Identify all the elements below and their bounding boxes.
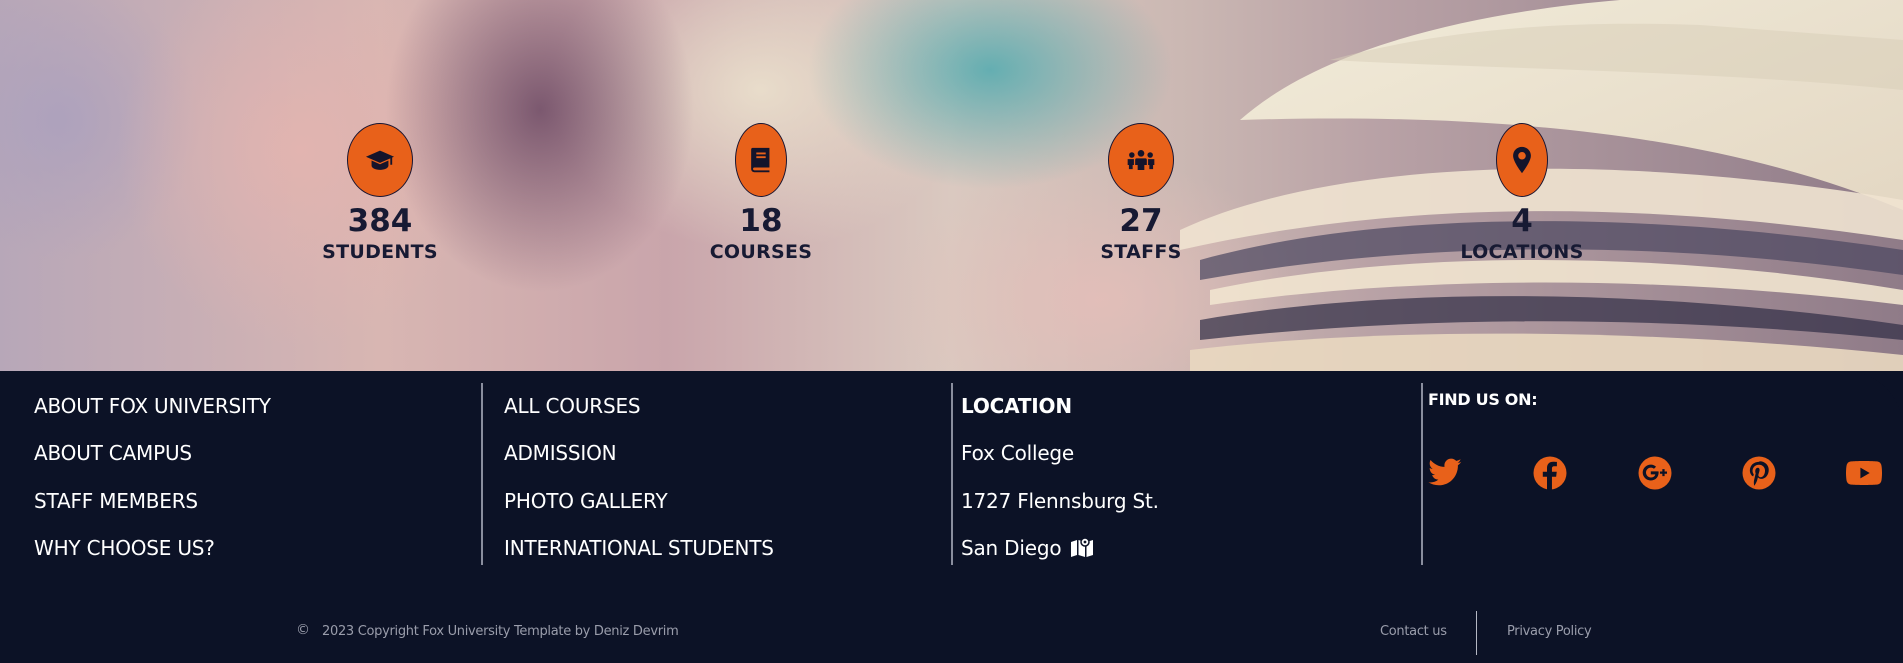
stat-value: 4: [1511, 203, 1533, 239]
location-title: LOCATION: [961, 394, 1072, 418]
footer-divider: [951, 383, 953, 565]
stat-label: COURSES: [709, 241, 813, 263]
facebook-icon[interactable]: [1531, 455, 1569, 491]
location-name: Fox College: [961, 441, 1075, 465]
pinterest-icon[interactable]: [1740, 455, 1778, 491]
privacy-policy-link[interactable]: Privacy Policy: [1507, 624, 1592, 639]
graduation-cap-icon: [347, 123, 413, 197]
footer-link-about-fox-university[interactable]: ABOUT FOX UNIVERSITY: [34, 394, 271, 418]
stat-courses: 18 COURSES: [641, 123, 881, 263]
stats-hero: 384 STUDENTS 18 COURSES 27 STAFFS 4 LOCA…: [0, 0, 1903, 371]
google-plus-icon[interactable]: [1636, 455, 1674, 491]
stat-staffs: 27 STAFFS: [1021, 123, 1261, 263]
footer-link-staff-members[interactable]: STAFF MEMBERS: [34, 489, 198, 513]
footer-link-why-choose-us[interactable]: WHY CHOOSE US?: [34, 536, 215, 560]
stat-label: LOCATIONS: [1460, 241, 1584, 263]
footer-divider: [481, 383, 483, 565]
youtube-icon[interactable]: [1845, 455, 1883, 491]
twitter-icon[interactable]: [1426, 455, 1464, 491]
stat-locations: 4 LOCATIONS: [1402, 123, 1642, 263]
location-city: San Diego: [961, 536, 1062, 560]
footer-link-international-students[interactable]: INTERNATIONAL STUDENTS: [504, 536, 774, 560]
footer-link-admission[interactable]: ADMISSION: [504, 441, 617, 465]
footer-link-about-campus[interactable]: ABOUT CAMPUS: [34, 441, 192, 465]
stat-value: 27: [1119, 203, 1163, 239]
stat-label: STAFFS: [1100, 241, 1182, 263]
footer-link-photo-gallery[interactable]: PHOTO GALLERY: [504, 489, 668, 513]
map-location-icon[interactable]: [1070, 537, 1094, 562]
footer-divider: [1421, 383, 1423, 565]
stat-students: 384 STUDENTS: [260, 123, 500, 263]
footer-link-all-courses[interactable]: ALL COURSES: [504, 394, 641, 418]
people-group-icon: [1108, 123, 1174, 197]
book-icon: [735, 123, 787, 197]
location-street: 1727 Flennsburg St.: [961, 489, 1159, 513]
find-us-title: FIND US ON:: [1428, 390, 1538, 409]
contact-us-link[interactable]: Contact us: [1380, 624, 1447, 639]
stat-value: 18: [739, 203, 783, 239]
copyright-text: 2023 Copyright Fox University Template b…: [322, 624, 679, 639]
map-marker-icon: [1496, 123, 1548, 197]
copyright-icon: ©: [296, 622, 310, 638]
bottom-divider: [1476, 611, 1477, 655]
location-city-row: San Diego: [961, 536, 1094, 562]
stat-label: STUDENTS: [322, 241, 438, 263]
stat-value: 384: [347, 203, 413, 239]
